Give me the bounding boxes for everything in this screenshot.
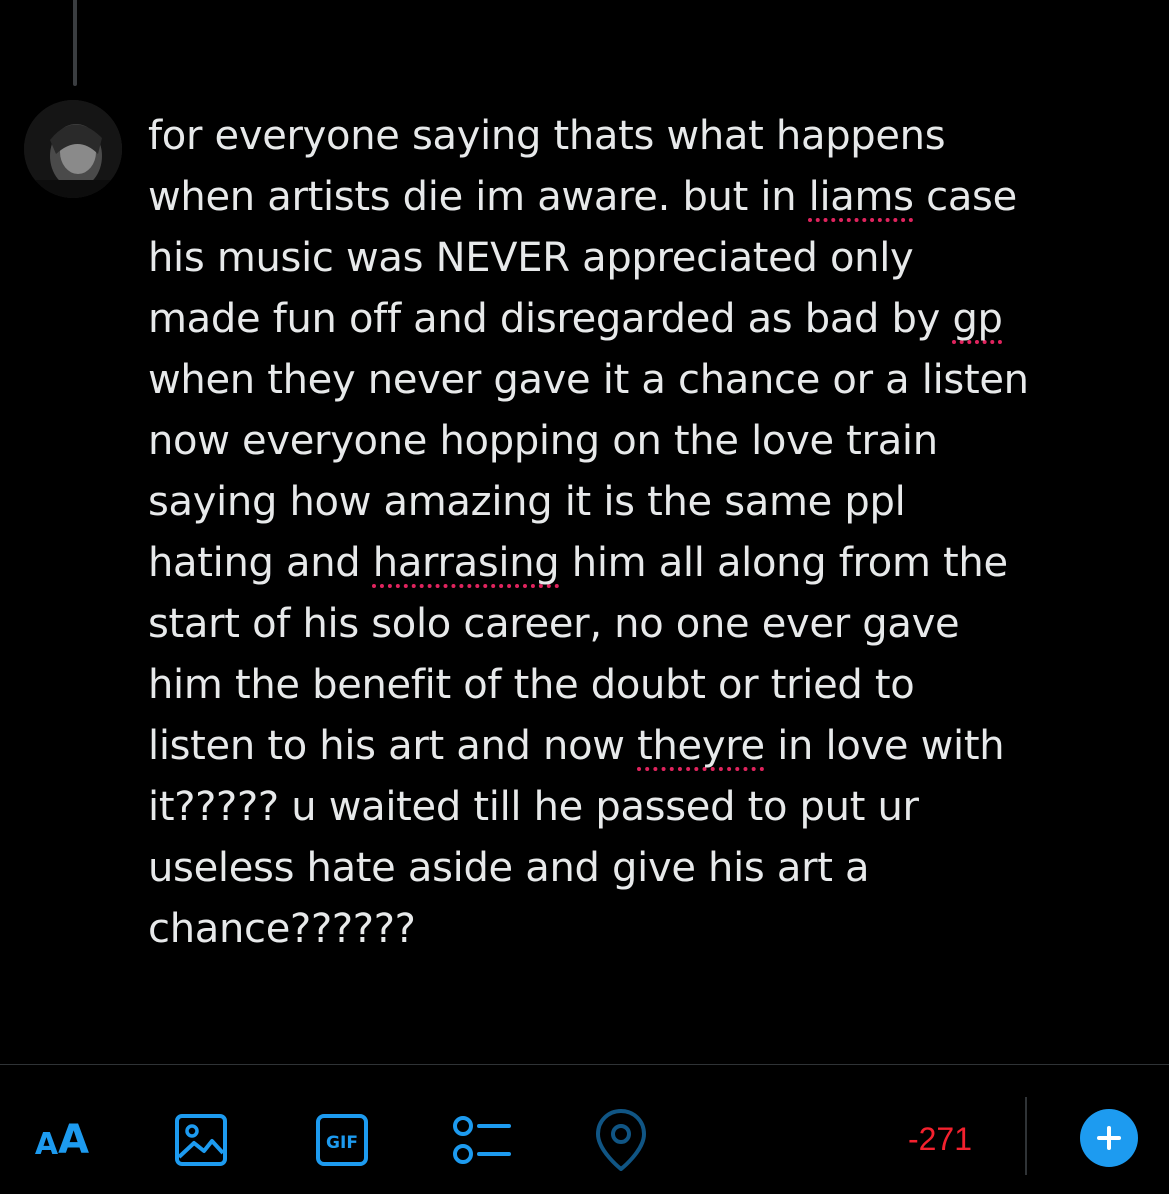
- character-counter: -271: [907, 1121, 973, 1157]
- compose-toolbar: A A GIF -271: [0, 1065, 1169, 1194]
- text-size-label-small: A: [34, 1127, 59, 1162]
- avatar[interactable]: [24, 100, 122, 198]
- svg-text:GIF: GIF: [326, 1133, 358, 1153]
- misspelled-word: liams: [808, 174, 914, 220]
- misspelled-word: theyre: [637, 723, 765, 769]
- poll-icon[interactable]: [450, 1111, 514, 1169]
- misspelled-word: gp: [952, 296, 1003, 342]
- text-size-label-large: A: [58, 1117, 90, 1163]
- toolbar-separator: [1025, 1097, 1027, 1175]
- thread-connector-line: [73, 0, 77, 86]
- misspelled-word: harrasing: [372, 540, 560, 586]
- tweet-compose-text[interactable]: for everyone saying thats what happens w…: [148, 106, 1148, 960]
- plus-icon: [1097, 1126, 1121, 1150]
- text-size-icon[interactable]: A A: [26, 1115, 98, 1165]
- gif-icon[interactable]: GIF: [313, 1111, 371, 1169]
- add-tweet-button[interactable]: [1080, 1109, 1138, 1167]
- image-icon[interactable]: [172, 1111, 230, 1169]
- avatar-image: [24, 100, 122, 198]
- location-icon[interactable]: [592, 1105, 650, 1175]
